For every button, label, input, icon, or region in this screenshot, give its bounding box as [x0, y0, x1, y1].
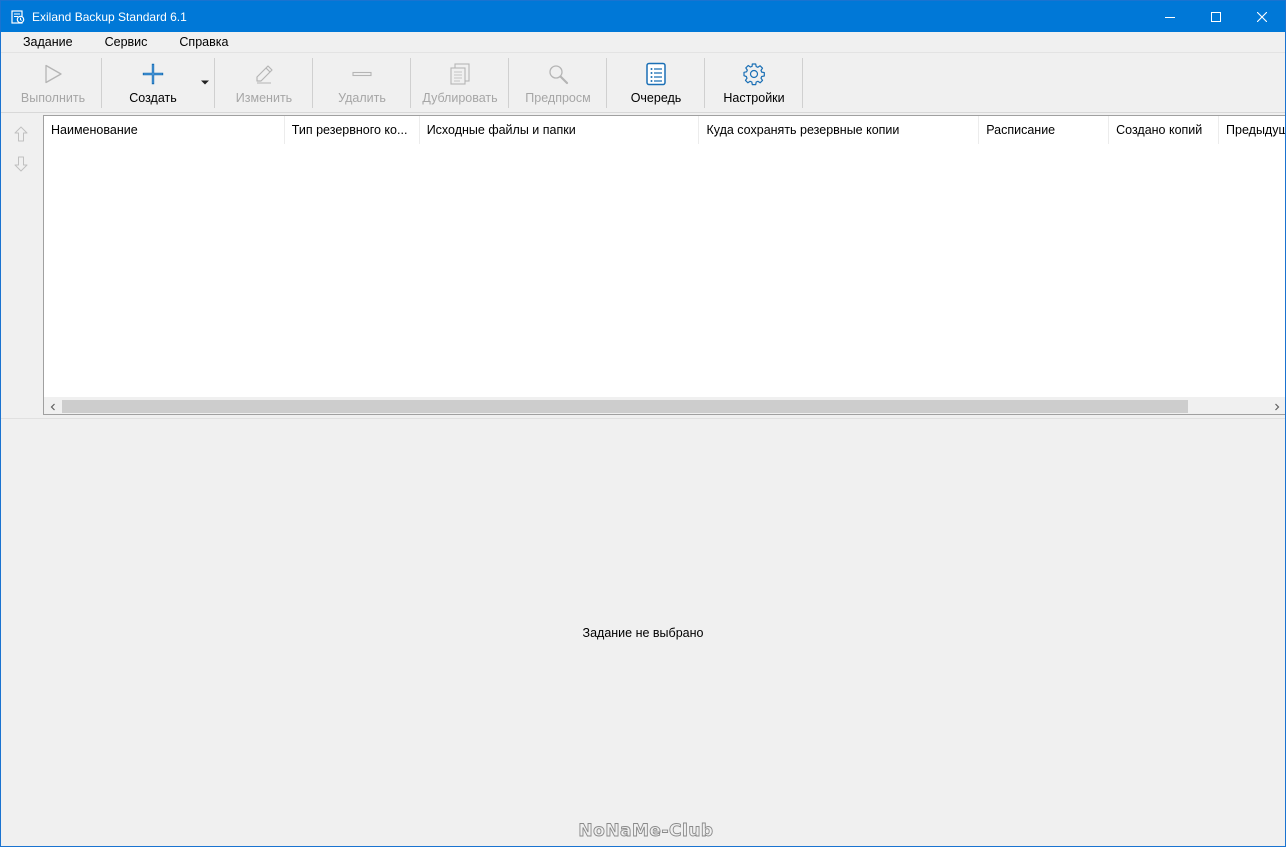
edit-button[interactable]: Изменить — [223, 57, 305, 109]
create-dropdown-arrow-icon[interactable] — [200, 77, 210, 87]
minimize-icon — [1165, 16, 1175, 18]
window-title: Exiland Backup Standard 6.1 — [32, 9, 187, 24]
toolbar-separator — [704, 58, 705, 108]
magnifier-icon — [549, 65, 569, 85]
scroll-thumb[interactable] — [62, 400, 1188, 413]
gear-icon — [743, 63, 765, 86]
menu-bar: Задание Сервис Справка — [1, 32, 1285, 53]
duplicate-button[interactable]: Дублировать — [417, 57, 503, 109]
menu-task[interactable]: Задание — [13, 32, 83, 53]
app-window: Exiland Backup Standard 6.1 Задание Серв… — [0, 0, 1286, 847]
no-task-selected-message: Задание не выбрано — [582, 626, 704, 640]
edit-label: Изменить — [235, 91, 293, 105]
tasks-table[interactable]: Наименование Тип резервного ко... Исходн… — [43, 115, 1285, 415]
svg-text:NoNaMe-Club: NoNaMe-Club — [578, 821, 713, 841]
title-bar: Exiland Backup Standard 6.1 — [1, 1, 1285, 32]
column-header-name[interactable]: Наименование — [44, 116, 285, 144]
queue-button[interactable]: Очередь — [615, 57, 697, 109]
delete-button[interactable]: Удалить — [321, 57, 403, 109]
minus-icon — [352, 71, 372, 77]
table-body[interactable] — [44, 144, 1285, 397]
toolbar: Выполнить Создать Изменить Удалить Дубли… — [1, 53, 1285, 113]
settings-label: Настройки — [723, 91, 785, 105]
toolbar-separator — [410, 58, 411, 108]
delete-label: Удалить — [338, 91, 386, 105]
task-order-strip — [1, 113, 43, 416]
maximize-icon — [1211, 11, 1221, 22]
column-header-copies-created[interactable]: Создано копий — [1109, 116, 1220, 144]
task-details-panel: Задание не выбрано — [1, 418, 1285, 846]
column-header-schedule[interactable]: Расписание — [979, 116, 1110, 144]
minimize-button[interactable] — [1147, 1, 1193, 32]
chevron-right-icon — [1274, 403, 1279, 410]
play-icon — [45, 64, 62, 84]
arrow-down-icon — [14, 156, 28, 172]
toolbar-separator — [802, 58, 803, 108]
move-up-button[interactable] — [13, 125, 29, 143]
pencil-icon — [256, 65, 273, 84]
chevron-left-icon — [50, 403, 55, 410]
settings-button[interactable]: Настройки — [713, 57, 795, 109]
column-header-destination[interactable]: Куда сохранять резервные копии — [699, 116, 980, 144]
scroll-right-button[interactable] — [1268, 398, 1285, 415]
toolbar-separator — [312, 58, 313, 108]
list-icon — [646, 62, 666, 86]
watermark-logo: NoNaMe-Club — [578, 821, 714, 842]
column-header-backup-type[interactable]: Тип резервного ко... — [285, 116, 420, 144]
app-logo-icon — [11, 9, 25, 24]
scroll-left-button[interactable] — [44, 398, 61, 415]
toolbar-separator — [606, 58, 607, 108]
run-label: Выполнить — [20, 91, 86, 105]
toolbar-separator — [508, 58, 509, 108]
column-header-source[interactable]: Исходные файлы и папки — [420, 116, 700, 144]
arrow-up-icon — [14, 126, 28, 142]
queue-label: Очередь — [630, 91, 682, 105]
close-button[interactable] — [1239, 1, 1285, 32]
duplicate-label: Дублировать — [422, 91, 498, 105]
toolbar-separator — [101, 58, 102, 108]
maximize-button[interactable] — [1193, 1, 1239, 32]
toolbar-separator — [214, 58, 215, 108]
create-button[interactable]: Создать — [111, 57, 195, 109]
horizontal-scrollbar[interactable] — [44, 397, 1285, 414]
preview-button[interactable]: Предпросм — [517, 57, 599, 109]
run-button[interactable]: Выполнить — [11, 57, 95, 109]
menu-help[interactable]: Справка — [169, 32, 238, 53]
table-header: Наименование Тип резервного ко... Исходн… — [44, 116, 1285, 144]
move-down-button[interactable] — [13, 155, 29, 173]
plus-icon — [142, 63, 164, 85]
close-icon — [1257, 11, 1267, 22]
create-label: Создать — [129, 91, 177, 105]
copy-icon — [450, 63, 470, 85]
preview-label: Предпросм — [525, 91, 591, 105]
column-header-previous[interactable]: Предыдущ — [1219, 116, 1285, 144]
menu-service[interactable]: Сервис — [95, 32, 158, 53]
